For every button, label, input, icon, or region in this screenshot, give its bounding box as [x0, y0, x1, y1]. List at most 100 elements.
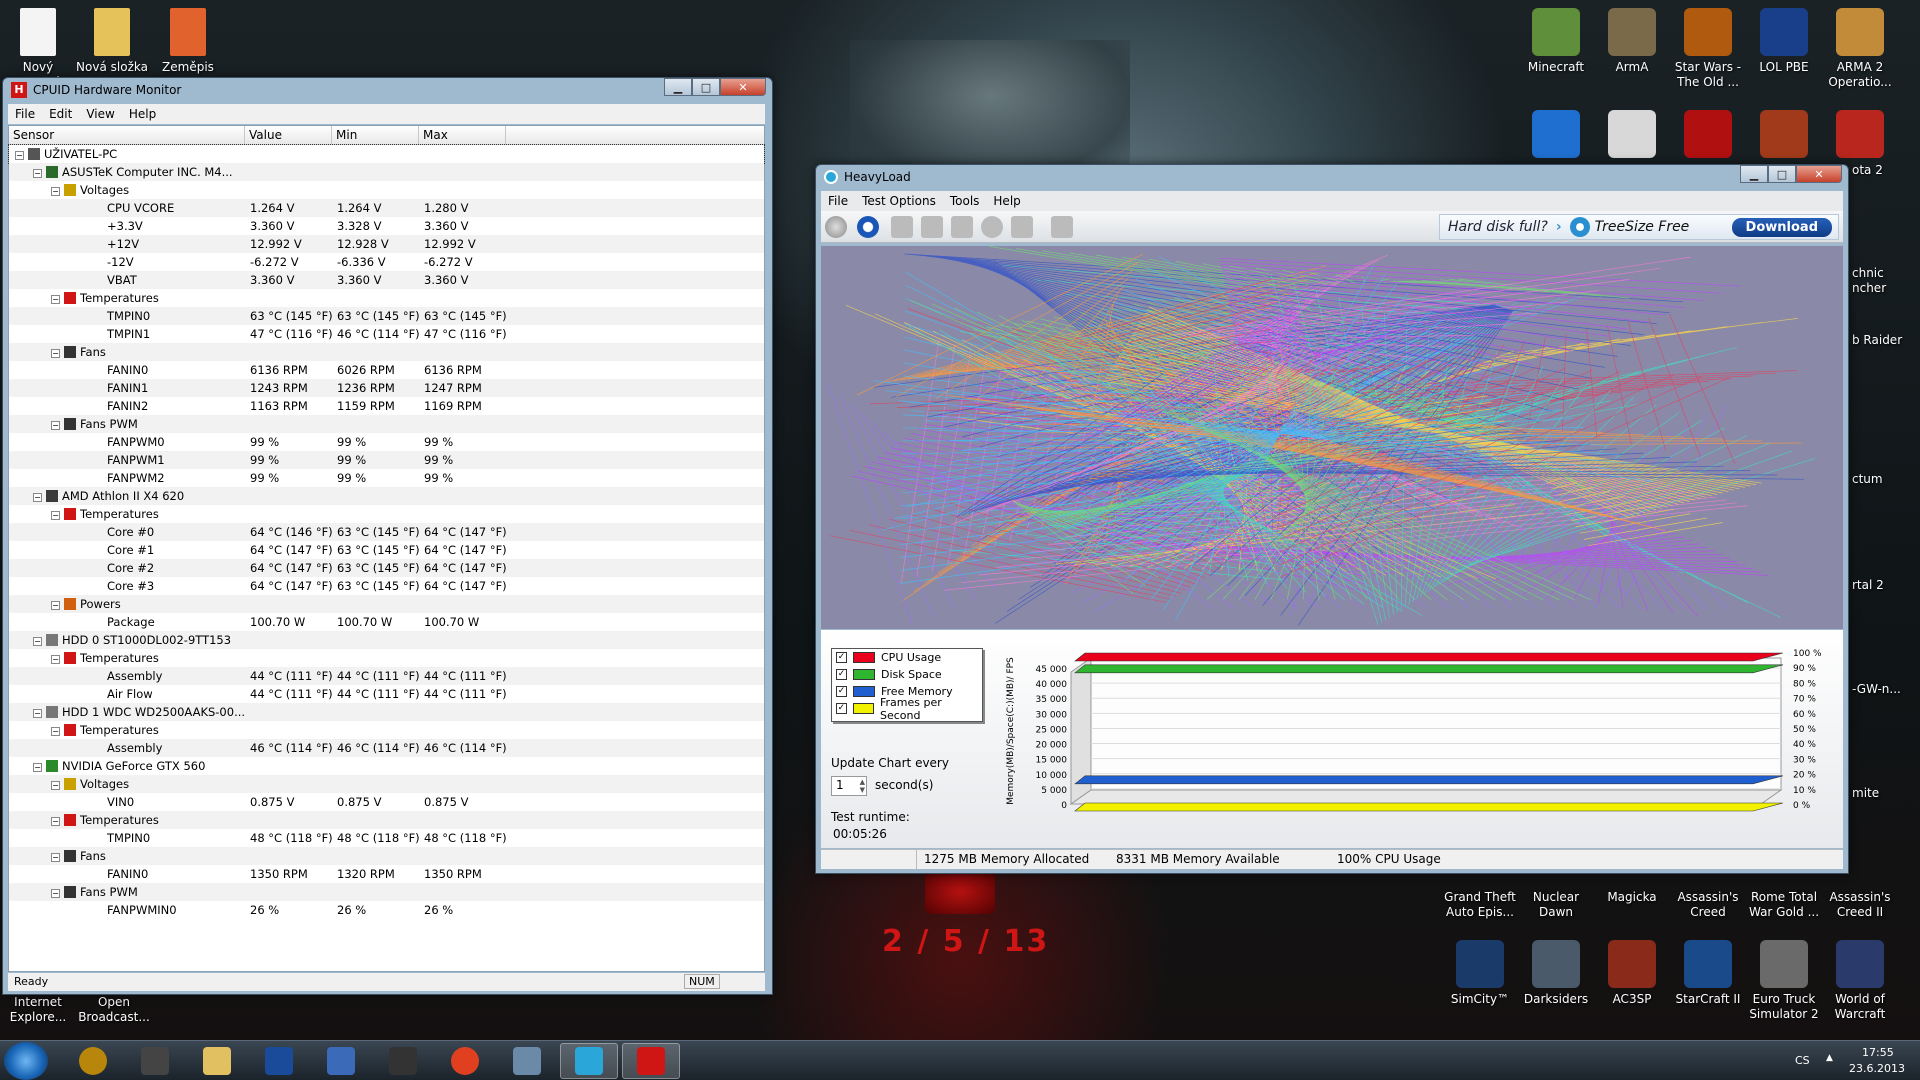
sensor-row[interactable]: VBAT 3.360 V 3.360 V 3.360 V — [9, 271, 764, 289]
start-icon[interactable] — [825, 216, 847, 238]
taskbar-obs-icon[interactable] — [374, 1043, 432, 1079]
gpu-test-icon[interactable] — [981, 216, 1003, 238]
desktop-icon[interactable]: Assassin's Creed — [1670, 890, 1746, 920]
taskbar-folder-icon[interactable] — [188, 1043, 246, 1079]
game-icon[interactable] — [1760, 110, 1808, 158]
tray-language[interactable]: CS — [1795, 1054, 1810, 1067]
desktop-icon-label[interactable]: mite — [1852, 786, 1920, 801]
sensor-row[interactable]: FANIN0 1350 RPM 1320 RPM 1350 RPM — [9, 865, 764, 883]
sensor-group[interactable]: − Powers — [9, 595, 764, 613]
collapse-icon[interactable]: − — [51, 781, 60, 790]
tray-date[interactable]: 23.6.2013 — [1849, 1062, 1905, 1075]
sensor-row[interactable]: FANIN0 6136 RPM 6026 RPM 6136 RPM — [9, 361, 764, 379]
sensor-row[interactable]: Core #3 64 °C (147 °F) 63 °C (145 °F) 64 °C… — [9, 577, 764, 595]
collapse-icon[interactable]: − — [51, 889, 60, 898]
hl-menu-help[interactable]: Help — [986, 194, 1027, 208]
sensor-row[interactable]: -12V -6.272 V -6.336 V -6.272 V — [9, 253, 764, 271]
hl-menu-test-options[interactable]: Test Options — [855, 194, 943, 208]
download-button[interactable]: Download — [1731, 217, 1832, 237]
hl-menu-tools[interactable]: Tools — [943, 194, 987, 208]
taskbar-hwmonitor-icon[interactable] — [622, 1043, 680, 1079]
sensor-row[interactable]: TMPIN0 48 °C (118 °F) 48 °C (118 °F) 48 °C … — [9, 829, 764, 847]
sensor-group[interactable]: − Temperatures — [9, 721, 764, 739]
close-button[interactable]: ✕ — [720, 78, 766, 96]
sensor-row[interactable]: Core #2 64 °C (147 °F) 63 °C (145 °F) 64 °C… — [9, 559, 764, 577]
desktop-icon[interactable]: Nuclear Dawn — [1518, 890, 1594, 920]
desktop-icon[interactable]: Nová složka — [74, 8, 150, 75]
game-icon[interactable] — [1608, 110, 1656, 158]
menu-file[interactable]: File — [8, 107, 42, 121]
sensor-group[interactable]: − Fans PWM — [9, 415, 764, 433]
desktop-icon[interactable]: Zeměpis — [150, 8, 226, 75]
hl-close-button[interactable]: ✕ — [1796, 165, 1842, 183]
menu-view[interactable]: View — [79, 107, 121, 121]
col-min[interactable]: Min — [332, 126, 419, 144]
desktop-icon[interactable]: ARMA 2 Operatio... — [1822, 8, 1898, 90]
sensor-row[interactable]: +3.3V 3.360 V 3.328 V 3.360 V — [9, 217, 764, 235]
sensor-row[interactable]: Core #0 64 °C (146 °F) 63 °C (145 °F) 64 °C… — [9, 523, 764, 541]
collapse-icon[interactable]: − — [51, 421, 60, 430]
tools-icon[interactable] — [1051, 216, 1073, 238]
window-test-icon[interactable] — [1011, 216, 1033, 238]
sensor-row[interactable]: Air Flow 44 °C (111 °F) 44 °C (111 °F) 44 °… — [9, 685, 764, 703]
desktop-icon[interactable]: LOL PBE — [1746, 8, 1822, 75]
spinner-arrows-icon[interactable]: ▲ ▼ — [860, 778, 865, 794]
desktop-icon[interactable]: Minecraft — [1518, 8, 1594, 75]
desktop-icon[interactable]: Magicka — [1594, 890, 1670, 905]
collapse-icon[interactable]: − — [15, 151, 24, 160]
sensor-group[interactable]: − Fans — [9, 847, 764, 865]
desktop-icon[interactable]: World of Warcraft — [1822, 940, 1898, 1022]
sensor-row[interactable]: Assembly 44 °C (111 °F) 44 °C (111 °F) 44 °… — [9, 667, 764, 685]
sensor-group[interactable]: − ASUSTeK Computer INC. M4... — [9, 163, 764, 181]
memory-test-icon[interactable] — [921, 216, 943, 238]
checkbox-icon[interactable]: ✓ — [836, 703, 847, 714]
desktop-icon-label[interactable]: rtal 2 — [1852, 578, 1920, 593]
sensor-group[interactable]: − Fans — [9, 343, 764, 361]
collapse-icon[interactable]: − — [51, 655, 60, 664]
checkbox-icon[interactable]: ✓ — [836, 686, 847, 697]
desktop-icon[interactable]: Darksiders — [1518, 940, 1594, 1007]
sensor-row[interactable]: VIN0 0.875 V 0.875 V 0.875 V — [9, 793, 764, 811]
start-button[interactable] — [4, 1042, 48, 1080]
collapse-icon[interactable]: − — [51, 295, 60, 304]
taskbar-chrome-icon[interactable] — [436, 1043, 494, 1079]
sensor-group[interactable]: − HDD 0 ST1000DL002-9TT153 — [9, 631, 764, 649]
taskbar-calculator-icon[interactable] — [498, 1043, 556, 1079]
sensor-group[interactable]: − Voltages — [9, 181, 764, 199]
sensor-row[interactable]: FANPWMIN0 26 % 26 % 26 % — [9, 901, 764, 919]
sensor-tree[interactable]: Sensor Value Min Max − UŽIVATEL-PC − ASUSTe… — [8, 125, 765, 972]
desktop-icon[interactable]: StarCraft II — [1670, 940, 1746, 1007]
sensor-row[interactable]: Core #1 64 °C (147 °F) 63 °C (145 °F) 64 °C… — [9, 541, 764, 559]
desktop-icon-label[interactable]: ctum — [1852, 472, 1920, 487]
sensor-row[interactable]: FANIN1 1243 RPM 1236 RPM 1247 RPM — [9, 379, 764, 397]
hwmonitor-titlebar[interactable]: H CPUID Hardware Monitor ▁ □ ✕ — [3, 78, 772, 102]
hl-minimize-button[interactable]: ▁ — [1740, 165, 1768, 183]
game-icon[interactable] — [1532, 110, 1580, 158]
game-icon[interactable] — [1836, 110, 1884, 158]
sensor-row[interactable]: TMPIN1 47 °C (116 °F) 46 °C (114 °F) 47 °C … — [9, 325, 764, 343]
collapse-icon[interactable]: − — [33, 169, 42, 178]
legend-item[interactable]: ✓ CPU Usage — [832, 649, 982, 666]
desktop-icon[interactable]: SimCity™ — [1442, 940, 1518, 1007]
sensor-group[interactable]: − AMD Athlon II X4 620 — [9, 487, 764, 505]
sensor-row[interactable]: FANPWM0 99 % 99 % 99 % — [9, 433, 764, 451]
sensor-group[interactable]: − Temperatures — [9, 649, 764, 667]
taskbar-network-icon[interactable] — [312, 1043, 370, 1079]
collapse-icon[interactable]: − — [33, 763, 42, 772]
sensor-group[interactable]: − Temperatures — [9, 505, 764, 523]
collapse-icon[interactable]: − — [51, 187, 60, 196]
sensor-group[interactable]: − NVIDIA GeForce GTX 560 — [9, 757, 764, 775]
sensor-group[interactable]: − UŽIVATEL-PC — [8, 144, 765, 164]
taskbar-clapper-icon[interactable] — [126, 1043, 184, 1079]
desktop-icon[interactable]: Rome Total War Gold ... — [1746, 890, 1822, 920]
sensor-row[interactable]: FANPWM2 99 % 99 % 99 % — [9, 469, 764, 487]
col-max[interactable]: Max — [419, 126, 506, 144]
desktop-icon[interactable]: Assassin's Creed II — [1822, 890, 1898, 920]
checkbox-icon[interactable]: ✓ — [836, 669, 847, 680]
taskbar-lol-icon[interactable] — [250, 1043, 308, 1079]
desktop-icon-label[interactable]: -GW-n... — [1852, 682, 1920, 697]
sensor-group[interactable]: − Temperatures — [9, 289, 764, 307]
sensor-group[interactable]: − HDD 1 WDC WD2500AAKS-00... — [9, 703, 764, 721]
desktop-icon[interactable]: Star Wars - The Old ... — [1670, 8, 1746, 90]
sensor-row[interactable]: FANPWM1 99 % 99 % 99 % — [9, 451, 764, 469]
